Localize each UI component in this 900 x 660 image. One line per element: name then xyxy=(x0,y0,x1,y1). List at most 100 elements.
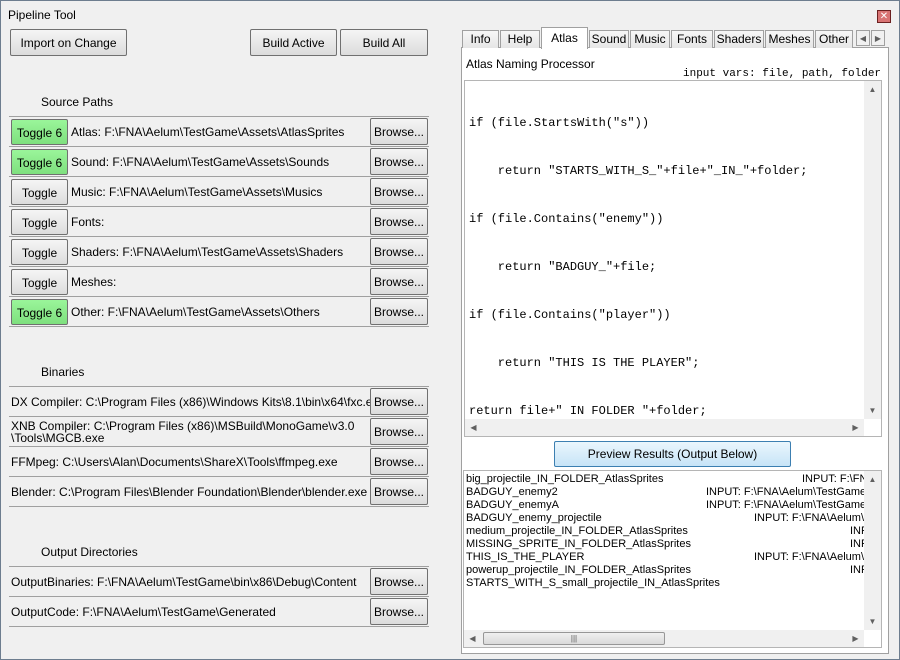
separator xyxy=(9,206,429,207)
blender-path: Blender: C:\Program Files\Blender Founda… xyxy=(11,485,368,499)
browse-output-code-button[interactable]: Browse... xyxy=(370,598,428,625)
code-horizontal-scrollbar[interactable]: ◀ ▶ xyxy=(465,419,864,436)
output-input-path: INPUT: F:\FNA\Aelum\TestGame\Assets\Atla… xyxy=(850,538,864,550)
close-icon[interactable]: ✕ xyxy=(877,10,891,23)
source-path-other: Other: F:\FNA\Aelum\TestGame\Assets\Othe… xyxy=(71,305,320,319)
toggle-sound-button[interactable]: Toggle 6 xyxy=(11,149,68,175)
browse-other-button[interactable]: Browse... xyxy=(370,298,428,325)
scroll-down-icon[interactable]: ▼ xyxy=(864,402,881,419)
import-on-change-button[interactable]: Import on Change xyxy=(10,29,127,56)
output-name: BADGUY_enemy2 xyxy=(466,486,558,498)
output-binaries-path: OutputBinaries: F:\FNA\Aelum\TestGame\bi… xyxy=(11,575,357,589)
output-input-path: INPUT: F:\FNA\Aelum\TestGame\Assets\Atla… xyxy=(850,564,864,576)
output-input-path: INPUT: F:\FNA\Aelum\TestGame\Assets\Atla… xyxy=(850,525,864,537)
output-name: medium_projectile_IN_FOLDER_AtlasSprites xyxy=(466,525,688,537)
toggle-other-button[interactable]: Toggle 6 xyxy=(11,299,68,325)
build-all-button[interactable]: Build All xyxy=(340,29,428,56)
tab-shaders[interactable]: Shaders xyxy=(714,30,764,48)
atlas-processor-heading: Atlas Naming Processor xyxy=(466,57,595,71)
title-bar: Pipeline Tool ✕ xyxy=(1,1,899,27)
dx-compiler-path: DX Compiler: C:\Program Files (x86)\Wind… xyxy=(11,395,386,409)
separator xyxy=(9,476,429,477)
list-item[interactable]: big_projectile_IN_FOLDER_AtlasSprites IN… xyxy=(466,473,864,486)
browse-fonts-button[interactable]: Browse... xyxy=(370,208,428,235)
output-input-path: INPUT: F:\FNA\Aelum\TestGame\Assets\Atla… xyxy=(754,512,864,524)
browse-music-button[interactable]: Browse... xyxy=(370,178,428,205)
source-path-shaders: Shaders: F:\FNA\Aelum\TestGame\Assets\Sh… xyxy=(71,245,344,259)
scroll-up-icon[interactable]: ▲ xyxy=(864,81,881,98)
output-vertical-scrollbar[interactable]: ▲ ▼ xyxy=(864,471,881,630)
code-vertical-scrollbar[interactable]: ▲ ▼ xyxy=(864,81,881,419)
code-line: return "BADGUY_"+file; xyxy=(469,260,657,274)
scroll-right-icon[interactable]: ▶ xyxy=(847,630,864,647)
toggle-meshes-button[interactable]: Toggle xyxy=(11,269,68,295)
output-code-path: OutputCode: F:\FNA\Aelum\TestGame\Genera… xyxy=(11,605,276,619)
scroll-down-icon[interactable]: ▼ xyxy=(864,613,881,630)
code-text[interactable]: if (file.StartsWith("s")) return "STARTS… xyxy=(469,83,864,451)
toggle-music-button[interactable]: Toggle xyxy=(11,179,68,205)
scroll-left-icon[interactable]: ◀ xyxy=(464,630,481,647)
source-paths-heading: Source Paths xyxy=(41,95,114,109)
toggle-shaders-button[interactable]: Toggle xyxy=(11,239,68,265)
browse-atlas-button[interactable]: Browse... xyxy=(370,118,428,145)
scroll-up-icon[interactable]: ▲ xyxy=(864,471,881,488)
pipeline-tool-window: Pipeline Tool ✕ Import on Change Build A… xyxy=(0,0,900,660)
tab-other[interactable]: Other xyxy=(815,30,853,48)
tab-scroll-right-icon[interactable]: ▶ xyxy=(871,30,885,46)
list-item[interactable]: BADGUY_enemy2 INPUT: F:\FNA\Aelum\TestGa… xyxy=(466,486,864,499)
tab-info[interactable]: Info xyxy=(462,30,499,48)
list-item[interactable]: BADGUY_enemy_projectile INPUT: F:\FNA\Ae… xyxy=(466,512,864,525)
list-item[interactable]: BADGUY_enemyA INPUT: F:\FNA\Aelum\TestGa… xyxy=(466,499,864,512)
scroll-thumb[interactable]: ||| xyxy=(483,632,665,645)
list-item[interactable]: STARTS_WITH_S_small_projectile_IN_AtlasS… xyxy=(466,577,864,590)
output-directories-heading: Output Directories xyxy=(41,545,138,559)
tab-music[interactable]: Music xyxy=(630,30,670,48)
output-name: THIS_IS_THE_PLAYER xyxy=(466,551,585,563)
browse-sound-button[interactable]: Browse... xyxy=(370,148,428,175)
separator xyxy=(9,416,429,417)
toggle-atlas-button[interactable]: Toggle 6 xyxy=(11,119,68,145)
output-name: big_projectile_IN_FOLDER_AtlasSprites xyxy=(466,473,664,485)
separator xyxy=(9,626,429,627)
window-title: Pipeline Tool xyxy=(8,8,76,22)
scroll-left-icon[interactable]: ◀ xyxy=(465,419,482,436)
source-path-fonts: Fonts: xyxy=(71,215,105,229)
toggle-fonts-button[interactable]: Toggle xyxy=(11,209,68,235)
separator xyxy=(9,326,429,327)
list-item[interactable]: THIS_IS_THE_PLAYER INPUT: F:\FNA\Aelum\T… xyxy=(466,551,864,564)
tab-meshes[interactable]: Meshes xyxy=(765,30,814,48)
code-editor[interactable]: if (file.StartsWith("s")) return "STARTS… xyxy=(464,80,882,437)
output-name: STARTS_WITH_S_small_projectile_IN_AtlasS… xyxy=(466,577,720,589)
code-line: if (file.Contains("player")) xyxy=(469,308,671,322)
output-name: MISSING_SPRITE_IN_FOLDER_AtlasSprites xyxy=(466,538,691,550)
browse-shaders-button[interactable]: Browse... xyxy=(370,238,428,265)
list-item[interactable]: medium_projectile_IN_FOLDER_AtlasSprites… xyxy=(466,525,864,538)
code-line: if (file.Contains("enemy")) xyxy=(469,212,664,226)
list-item[interactable]: powerup_projectile_IN_FOLDER_AtlasSprite… xyxy=(466,564,864,577)
output-name: powerup_projectile_IN_FOLDER_AtlasSprite… xyxy=(466,564,691,576)
browse-blender-button[interactable]: Browse... xyxy=(370,478,428,505)
output-input-path: INPUT: F:\FNA\Aelum\TestGame\Assets\Atla… xyxy=(706,486,864,498)
tab-atlas[interactable]: Atlas xyxy=(541,27,588,49)
browse-output-binaries-button[interactable]: Browse... xyxy=(370,568,428,595)
list-item[interactable]: MISSING_SPRITE_IN_FOLDER_AtlasSprites IN… xyxy=(466,538,864,551)
tab-help[interactable]: Help xyxy=(500,30,540,48)
output-name: BADGUY_enemy_projectile xyxy=(466,512,602,524)
build-active-button[interactable]: Build Active xyxy=(250,29,337,56)
browse-dx-compiler-button[interactable]: Browse... xyxy=(370,388,428,415)
tab-scroll-left-icon[interactable]: ◀ xyxy=(856,30,870,46)
separator xyxy=(9,506,429,507)
scroll-right-icon[interactable]: ▶ xyxy=(847,419,864,436)
tab-fonts[interactable]: Fonts xyxy=(671,30,713,48)
separator xyxy=(9,266,429,267)
browse-xnb-compiler-button[interactable]: Browse... xyxy=(370,418,428,445)
preview-results-button[interactable]: Preview Results (Output Below) xyxy=(554,441,791,467)
ffmpeg-path: FFMpeg: C:\Users\Alan\Documents\ShareX\T… xyxy=(11,455,338,469)
binaries-heading: Binaries xyxy=(41,365,85,379)
code-line: return "STARTS_WITH_S_"+file+"_IN_"+fold… xyxy=(469,164,808,178)
browse-ffmpeg-button[interactable]: Browse... xyxy=(370,448,428,475)
output-horizontal-scrollbar[interactable]: ◀ ||| ▶ xyxy=(464,630,864,647)
separator xyxy=(9,116,429,117)
tab-sound[interactable]: Sound xyxy=(589,30,629,48)
browse-meshes-button[interactable]: Browse... xyxy=(370,268,428,295)
